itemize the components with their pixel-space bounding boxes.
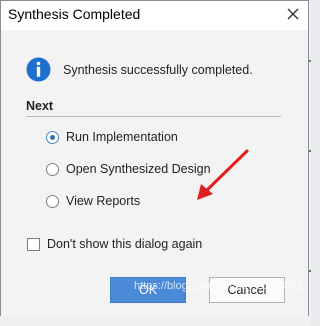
status-message: Synthesis successfully completed. [63, 63, 253, 77]
close-icon [287, 8, 299, 20]
dialog-content: Synthesis successfully completed. Next R… [1, 30, 308, 316]
titlebar: Synthesis Completed [1, 1, 308, 30]
radio-button[interactable] [46, 130, 59, 144]
close-button[interactable] [280, 1, 306, 27]
section-separator [26, 116, 281, 117]
option-open-synthesized-design[interactable]: Open Synthesized Design [46, 160, 211, 178]
option-label: Run Implementation [66, 130, 178, 144]
dont-show-checkbox[interactable] [27, 237, 40, 251]
dont-show-label: Don't show this dialog again [47, 237, 203, 251]
radio-button[interactable] [46, 194, 59, 208]
dont-show-again-option[interactable]: Don't show this dialog again [27, 235, 202, 253]
option-label: View Reports [66, 194, 141, 208]
option-label: Open Synthesized Design [66, 162, 211, 176]
synthesis-completed-dialog: Synthesis Completed Synthesis successful… [0, 0, 309, 316]
option-view-reports[interactable]: View Reports [46, 192, 140, 210]
section-label-next: Next [26, 99, 54, 113]
dialog-title: Synthesis Completed [8, 6, 141, 22]
option-run-implementation[interactable]: Run Implementation [46, 128, 178, 146]
radio-button[interactable] [46, 162, 59, 176]
annotation-arrow [197, 149, 249, 200]
info-icon [26, 57, 51, 82]
watermark: https://blog.csdn.net/qq_41168852 [134, 280, 302, 292]
